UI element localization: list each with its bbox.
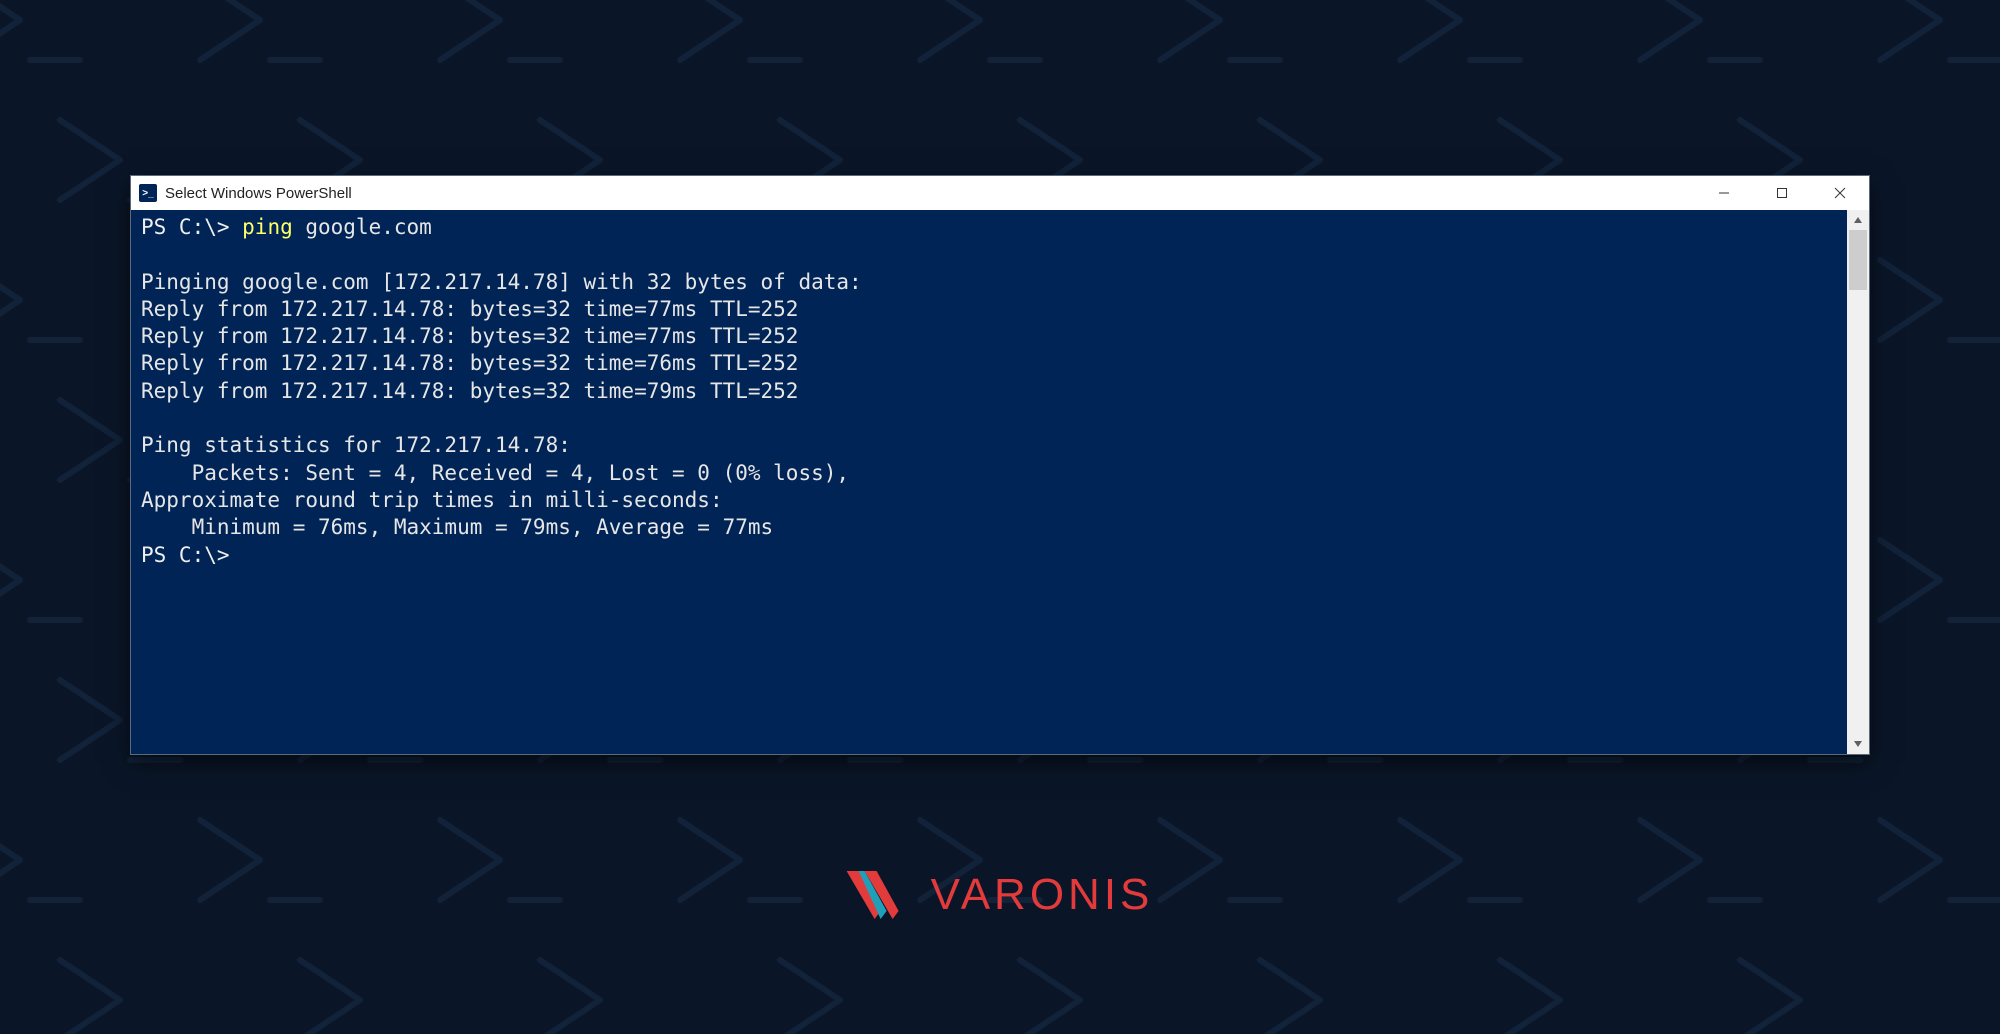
scroll-up-button[interactable] — [1847, 210, 1869, 230]
output-line: Reply from 172.217.14.78: bytes=32 time=… — [141, 324, 798, 348]
maximize-button[interactable] — [1753, 176, 1811, 210]
minimize-button[interactable] — [1695, 176, 1753, 210]
varonis-mark-icon — [847, 871, 917, 919]
output-line: Approximate round trip times in milli-se… — [141, 488, 723, 512]
output-line: Packets: Sent = 4, Received = 4, Lost = … — [141, 461, 849, 485]
output-line: Reply from 172.217.14.78: bytes=32 time=… — [141, 297, 798, 321]
output-line: Pinging google.com [172.217.14.78] with … — [141, 270, 862, 294]
close-button[interactable] — [1811, 176, 1869, 210]
powershell-icon: >_ — [139, 184, 157, 202]
window-controls — [1695, 176, 1869, 210]
output-line: Reply from 172.217.14.78: bytes=32 time=… — [141, 351, 798, 375]
window-titlebar[interactable]: >_ Select Windows PowerShell — [131, 176, 1869, 210]
command-rest: google.com — [293, 215, 432, 239]
powershell-window: >_ Select Windows PowerShell PS C:\> pin… — [130, 175, 1870, 755]
prompt: PS C:\> — [141, 543, 230, 567]
scrollbar-track[interactable] — [1847, 230, 1869, 734]
output-line: Minimum = 76ms, Maximum = 79ms, Average … — [141, 515, 773, 539]
terminal-output[interactable]: PS C:\> ping google.com Pinging google.c… — [131, 210, 1847, 754]
scrollbar-thumb[interactable] — [1849, 230, 1867, 290]
command-highlight: ping — [242, 215, 293, 239]
scroll-down-button[interactable] — [1847, 734, 1869, 754]
vertical-scrollbar[interactable] — [1847, 210, 1869, 754]
prompt: PS C:\> — [141, 215, 242, 239]
output-line: Reply from 172.217.14.78: bytes=32 time=… — [141, 379, 798, 403]
window-title: Select Windows PowerShell — [165, 185, 352, 202]
varonis-wordmark: VARONIS — [931, 870, 1154, 920]
varonis-logo: VARONIS — [847, 870, 1154, 920]
output-line: Ping statistics for 172.217.14.78: — [141, 433, 571, 457]
